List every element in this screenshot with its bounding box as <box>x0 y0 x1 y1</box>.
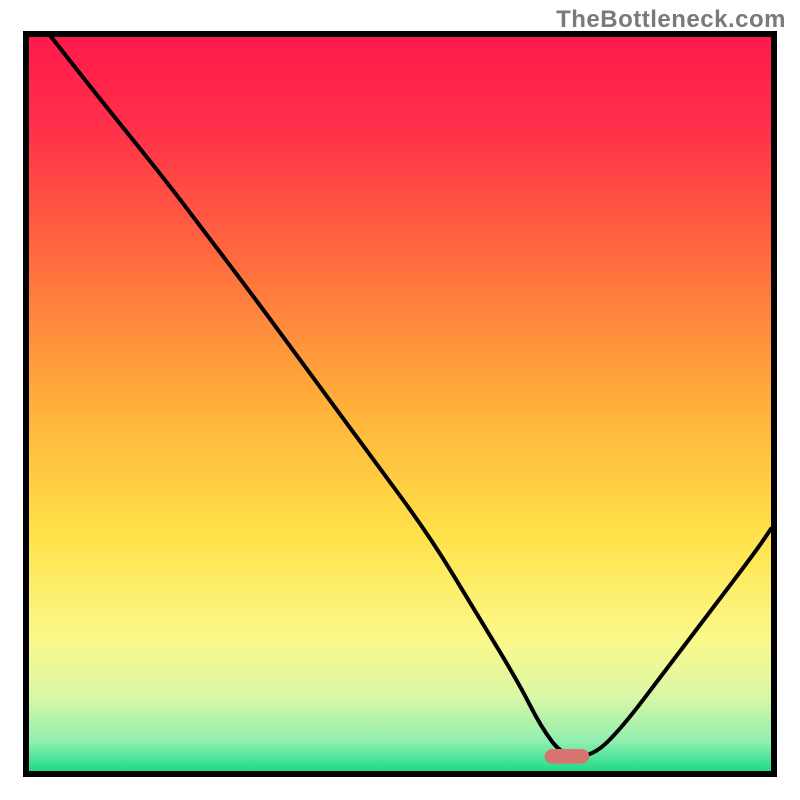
chart-container: TheBottleneck.com <box>0 0 800 800</box>
watermark-label: TheBottleneck.com <box>556 6 786 34</box>
chart-svg <box>0 0 800 800</box>
optimum-marker <box>545 749 590 764</box>
